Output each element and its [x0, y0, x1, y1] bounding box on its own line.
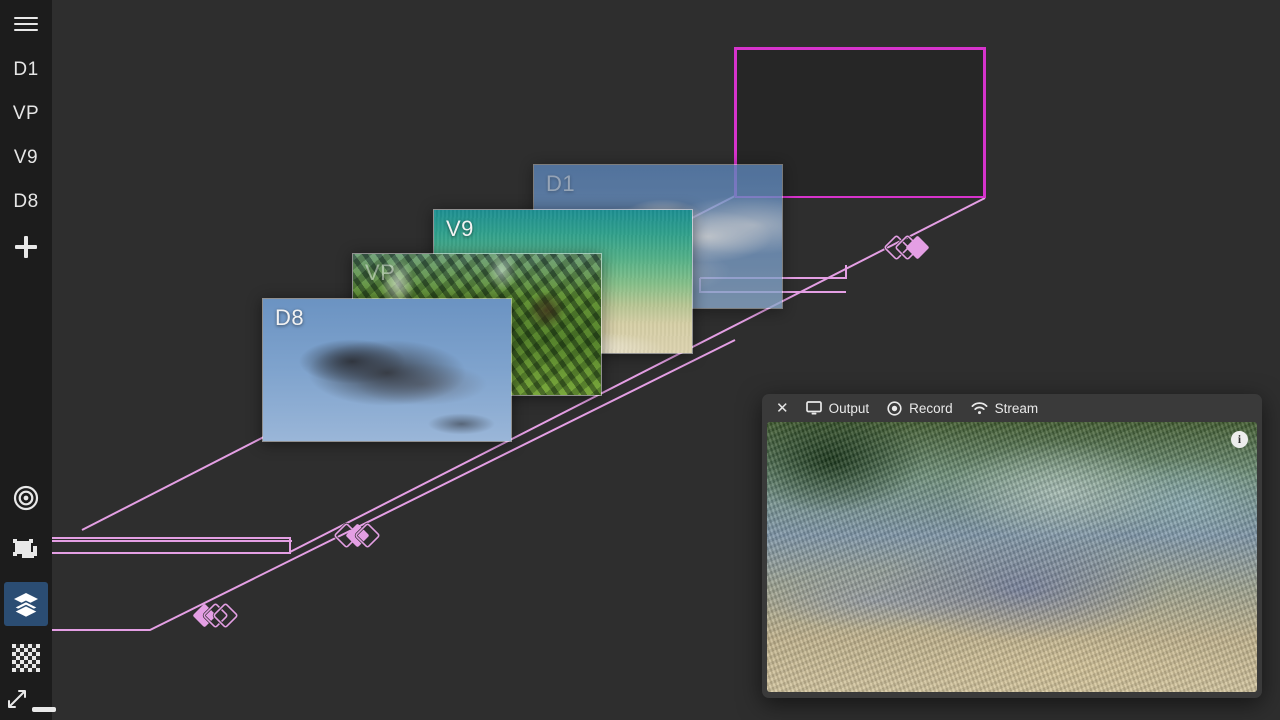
- layers-icon[interactable]: [4, 582, 48, 626]
- layer-card-label: D8: [275, 305, 305, 330]
- layer-card-label: D1: [546, 171, 576, 196]
- output-preview[interactable]: i: [767, 422, 1257, 692]
- monitor-icon: [805, 400, 822, 414]
- record-button[interactable]: Record: [878, 399, 962, 418]
- sidebar: D1 VP V9 D8: [0, 0, 52, 720]
- sidebar-item-v9[interactable]: V9: [0, 136, 52, 180]
- checkerboard-icon[interactable]: [6, 638, 46, 678]
- app-root: D1 V9 VP D8 ✕ Output Record Stream i D1 …: [0, 0, 1280, 720]
- sidebar-item-label: D8: [13, 191, 39, 212]
- transform-icon[interactable]: [6, 530, 46, 570]
- hamburger-icon[interactable]: [0, 0, 52, 48]
- sidebar-item-vp[interactable]: VP: [0, 92, 52, 136]
- target-icon[interactable]: [6, 478, 46, 518]
- stream-button[interactable]: Stream: [962, 399, 1048, 418]
- layer-card-label: V9: [446, 216, 474, 241]
- sidebar-item-label: V9: [13, 147, 39, 168]
- output-panel: ✕ Output Record Stream i: [762, 394, 1262, 698]
- sidebar-item-d8[interactable]: D8: [0, 180, 52, 224]
- output-button-label: Output: [828, 400, 870, 416]
- sidebar-item-d1[interactable]: D1: [0, 48, 52, 92]
- output-button[interactable]: Output: [797, 399, 879, 418]
- stream-button-label: Stream: [994, 400, 1039, 416]
- record-icon: [887, 400, 902, 416]
- record-button-label: Record: [909, 400, 953, 416]
- layer-card-d8[interactable]: D8: [262, 298, 512, 442]
- link-path-upper: [52, 537, 292, 554]
- output-panel-header: ✕ Output Record Stream: [762, 394, 1262, 422]
- info-icon[interactable]: i: [1231, 431, 1248, 448]
- close-icon[interactable]: ✕: [768, 399, 797, 418]
- expand-icon[interactable]: [6, 688, 28, 710]
- add-layer-button[interactable]: [0, 224, 52, 270]
- layer-card-label: VP: [365, 260, 396, 285]
- preview-composite-image: [767, 422, 1257, 692]
- sidebar-item-label: VP: [12, 103, 40, 124]
- sidebar-item-label: D1: [13, 59, 39, 80]
- wifi-icon: [971, 402, 988, 415]
- minimize-icon[interactable]: [32, 707, 56, 712]
